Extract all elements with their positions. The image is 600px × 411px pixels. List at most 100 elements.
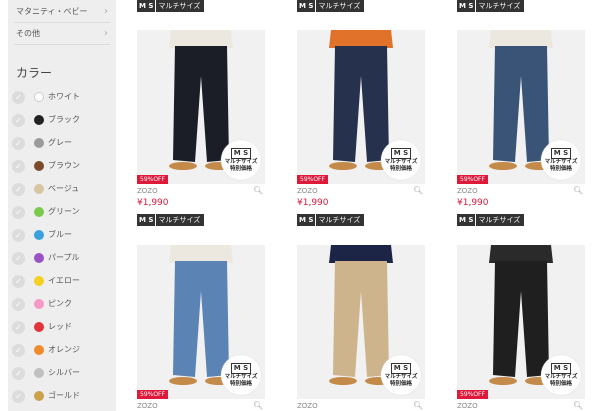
multi-size-badge: M S マルチサイズ bbox=[457, 214, 525, 226]
color-swatch bbox=[34, 253, 44, 263]
color-swatch bbox=[34, 92, 44, 102]
seal-line-2: 特別価格 bbox=[549, 166, 572, 172]
brand-name[interactable]: ZOZO bbox=[137, 187, 158, 195]
zoom-icon[interactable]: 🔍︎ bbox=[573, 401, 583, 410]
color-swatch bbox=[34, 207, 44, 217]
check-icon[interactable]: ✓ bbox=[12, 160, 25, 173]
color-swatch bbox=[34, 184, 44, 194]
check-icon[interactable]: ✓ bbox=[12, 390, 25, 403]
multi-size-label: マルチサイズ bbox=[475, 0, 525, 12]
brand-name[interactable]: ZOZO bbox=[457, 187, 478, 195]
color-swatch bbox=[34, 345, 44, 355]
color-option-red[interactable]: ✓ レッド bbox=[8, 317, 116, 337]
product-image[interactable]: 59%OFF M S マルチサイズ 特別価格 bbox=[457, 245, 585, 399]
multi-size-price-seal: M S マルチサイズ 特別価格 bbox=[381, 355, 421, 395]
multi-size-badge: M S マルチサイズ bbox=[457, 0, 525, 12]
color-option-orange[interactable]: ✓ オレンジ bbox=[8, 340, 116, 360]
zoom-icon[interactable]: 🔍︎ bbox=[573, 186, 583, 195]
price: ¥1,990 bbox=[297, 198, 329, 208]
color-option-silver[interactable]: ✓ シルバー bbox=[8, 363, 116, 383]
color-swatch bbox=[34, 276, 44, 286]
zoom-icon[interactable]: 🔍︎ bbox=[413, 401, 423, 410]
seal-line-2: 特別価格 bbox=[229, 166, 252, 172]
product-image[interactable]: 59%OFF M S マルチサイズ 特別価格 bbox=[137, 245, 265, 399]
color-option-brown[interactable]: ✓ ブラウン bbox=[8, 156, 116, 176]
discount-badge: 59%OFF bbox=[457, 390, 488, 399]
seal-line-1: マルチサイズ bbox=[224, 374, 258, 380]
multi-size-badge: M S マルチサイズ bbox=[137, 0, 205, 12]
seal-ms: M S bbox=[390, 363, 412, 374]
seal-ms: M S bbox=[230, 363, 252, 374]
color-option-green[interactable]: ✓ グリーン bbox=[8, 202, 116, 222]
color-swatch bbox=[34, 391, 44, 401]
check-icon[interactable]: ✓ bbox=[12, 114, 25, 127]
color-label: ブラウン bbox=[48, 161, 80, 170]
discount-badge: 59%OFF bbox=[137, 390, 168, 399]
check-icon[interactable]: ✓ bbox=[12, 252, 25, 265]
brand-name[interactable]: ZOZO bbox=[137, 402, 158, 410]
color-swatch bbox=[34, 161, 44, 171]
multi-size-label: マルチサイズ bbox=[315, 0, 365, 12]
product-image[interactable]: M S マルチサイズ 特別価格 bbox=[297, 245, 425, 399]
multi-size-price-seal: M S マルチサイズ 特別価格 bbox=[221, 355, 261, 395]
ms-label: M S bbox=[137, 214, 156, 226]
category-other[interactable]: その他 › bbox=[8, 24, 116, 44]
color-label: パープル bbox=[48, 253, 80, 262]
check-icon[interactable]: ✓ bbox=[12, 298, 25, 311]
color-option-gold[interactable]: ✓ ゴールド bbox=[8, 386, 116, 406]
price: ¥1,990 bbox=[457, 198, 489, 208]
seal-line-1: マルチサイズ bbox=[384, 374, 418, 380]
zoom-icon[interactable]: 🔍︎ bbox=[253, 401, 263, 410]
seal-line-2: 特別価格 bbox=[229, 381, 252, 387]
zoom-icon[interactable]: 🔍︎ bbox=[413, 186, 423, 195]
product-image[interactable]: 59%OFF M S マルチサイズ 特別価格 bbox=[137, 30, 265, 184]
color-option-beige[interactable]: ✓ ベージュ bbox=[8, 179, 116, 199]
color-swatch bbox=[34, 368, 44, 378]
zoom-icon[interactable]: 🔍︎ bbox=[253, 186, 263, 195]
multi-size-badge: M S マルチサイズ bbox=[297, 0, 365, 12]
seal-line-1: マルチサイズ bbox=[544, 159, 578, 165]
check-icon[interactable]: ✓ bbox=[12, 344, 25, 357]
color-swatch bbox=[34, 322, 44, 332]
color-label: オレンジ bbox=[48, 345, 80, 354]
color-option-purple[interactable]: ✓ パープル bbox=[8, 248, 116, 268]
brand-name[interactable]: ZOZO bbox=[457, 402, 478, 410]
color-label: グレー bbox=[48, 138, 72, 147]
discount-badge: 59%OFF bbox=[137, 175, 168, 184]
seal-line-1: マルチサイズ bbox=[544, 374, 578, 380]
check-icon[interactable]: ✓ bbox=[12, 367, 25, 380]
color-option-yellow[interactable]: ✓ イエロー bbox=[8, 271, 116, 291]
color-option-blue[interactable]: ✓ ブルー bbox=[8, 225, 116, 245]
product-image[interactable]: 59%OFF M S マルチサイズ 特別価格 bbox=[297, 30, 425, 184]
check-icon[interactable]: ✓ bbox=[12, 91, 25, 104]
color-option-black[interactable]: ✓ ブラック bbox=[8, 110, 116, 130]
ms-label: M S bbox=[457, 0, 476, 12]
multi-size-label: マルチサイズ bbox=[315, 214, 365, 226]
color-label: ピンク bbox=[48, 299, 72, 308]
color-swatch bbox=[34, 115, 44, 125]
check-icon[interactable]: ✓ bbox=[12, 206, 25, 219]
multi-size-label: マルチサイズ bbox=[155, 214, 205, 226]
color-label: イエロー bbox=[48, 276, 80, 285]
seal-ms: M S bbox=[390, 148, 412, 159]
filter-sidebar: マタニティ・ベビー › その他 › カラー ✓ ホワイト ✓ ブラック ✓ グレー ✓… bbox=[8, 0, 116, 411]
multi-size-label: マルチサイズ bbox=[155, 0, 205, 12]
price: ¥1,990 bbox=[137, 198, 169, 208]
color-option-pink[interactable]: ✓ ピンク bbox=[8, 294, 116, 314]
check-icon[interactable]: ✓ bbox=[12, 229, 25, 242]
check-icon[interactable]: ✓ bbox=[12, 183, 25, 196]
color-label: ベージュ bbox=[48, 184, 80, 193]
color-option-white[interactable]: ✓ ホワイト bbox=[8, 87, 116, 107]
color-option-gray[interactable]: ✓ グレー bbox=[8, 133, 116, 153]
seal-ms: M S bbox=[550, 363, 572, 374]
divider bbox=[14, 22, 110, 23]
multi-size-price-seal: M S マルチサイズ 特別価格 bbox=[381, 140, 421, 180]
check-icon[interactable]: ✓ bbox=[12, 137, 25, 150]
check-icon[interactable]: ✓ bbox=[12, 321, 25, 334]
product-image[interactable]: 59%OFF M S マルチサイズ 特別価格 bbox=[457, 30, 585, 184]
brand-name[interactable]: ZOZO bbox=[297, 187, 318, 195]
brand-name[interactable]: ZOZO bbox=[297, 402, 318, 410]
check-icon[interactable]: ✓ bbox=[12, 275, 25, 288]
category-maternity-baby[interactable]: マタニティ・ベビー › bbox=[8, 2, 116, 22]
color-swatch bbox=[34, 299, 44, 309]
